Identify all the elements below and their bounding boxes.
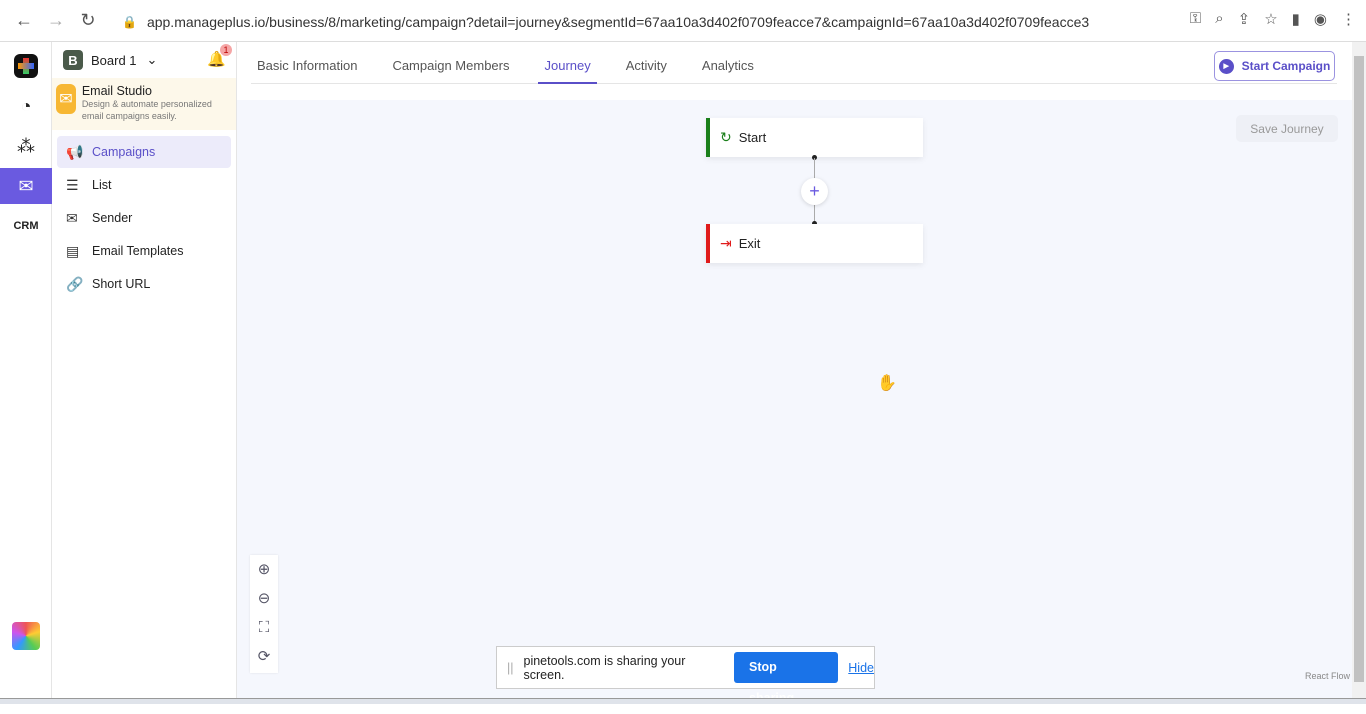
save-journey-button[interactable]: Save Journey [1236, 115, 1338, 142]
start-campaign-label: Start Campaign [1241, 59, 1331, 73]
tab-journey[interactable]: Journey [538, 42, 597, 84]
url-text: app.manageplus.io/business/8/marketing/c… [146, 14, 1090, 30]
back-icon[interactable]: ← [8, 10, 40, 31]
sidebar-item-list[interactable]: ☰ List [57, 169, 231, 201]
tab-campaign-members[interactable]: Campaign Members [386, 42, 515, 84]
reset-icon[interactable]: ⟳ [258, 642, 271, 671]
fit-view-icon[interactable]: ⛶ [259, 613, 270, 642]
tab-bar: Basic Information Campaign Members Journ… [251, 42, 1337, 84]
email-studio-logo: ✉ [56, 84, 76, 114]
forward-icon[interactable]: → [40, 10, 72, 31]
scrollbar[interactable] [1352, 42, 1366, 698]
sender-icon: ✉ [66, 209, 78, 226]
react-flow-attribution[interactable]: React Flow [1305, 671, 1350, 681]
app-title: Email Studio [81, 84, 152, 98]
sidebar-item-sender[interactable]: ✉ Sender [57, 202, 231, 234]
taskbar [0, 698, 1366, 704]
restart-icon: ↻ [720, 129, 732, 145]
sidebar-item-label: Short URL [92, 277, 151, 291]
sidebar-item-short-url[interactable]: 🔗 Short URL [57, 268, 231, 300]
sidebar-item-label: Campaigns [92, 145, 156, 159]
chevron-down-icon: ⌄ [146, 52, 158, 67]
tab-activity[interactable]: Activity [620, 42, 673, 84]
dashboard-icon[interactable]: ◔ [0, 88, 52, 124]
reload-icon[interactable]: ↻ [72, 10, 104, 31]
zoom-in-icon[interactable]: ⊕ [258, 555, 271, 584]
sidebar-item-email-templates[interactable]: ▤ Email Templates [57, 235, 231, 267]
list-icon: ☰ [66, 176, 79, 193]
menu-icon[interactable]: ⋮ [1341, 10, 1356, 28]
exit-icon: ⇥ [720, 235, 732, 251]
flow-controls: ⊕ ⊖ ⛶ ⟳ [250, 555, 278, 673]
bell-icon[interactable]: 🔔 1 [207, 44, 232, 68]
board-label: Board 1 [91, 52, 137, 68]
app-header: ✉ Email Studio Design & automate personal… [52, 78, 236, 130]
key-icon[interactable]: ⚿ [1190, 10, 1201, 28]
browser-toolbar: ← → ↻ 🔒 app.manageplus.io/business/8/mark… [0, 0, 1366, 42]
share-icon[interactable]: ⇪ [1238, 10, 1251, 28]
tab-analytics[interactable]: Analytics [696, 42, 760, 84]
sidebar-item-label: List [92, 178, 112, 192]
node-label: Start [738, 130, 767, 145]
star-icon[interactable]: ☆ [1264, 10, 1277, 28]
play-icon: ▶ [1218, 58, 1234, 74]
app-description: Design & automate personalized email cam… [81, 99, 212, 121]
zoom-out-icon[interactable]: ⊖ [258, 584, 271, 613]
zoom-icon[interactable]: ⌕ [1215, 10, 1223, 28]
stop-sharing-button[interactable]: Stop sharing [734, 652, 839, 705]
notification-count: 1 [220, 44, 232, 56]
add-step-button[interactable]: + [801, 178, 828, 205]
teams-icon[interactable]: ⁂ [0, 128, 52, 164]
sidepanel-icon[interactable]: ▮ [1292, 10, 1300, 28]
sidebar: B Board 1 ⌄ 🔔 1 ✉ Email Studio Design & auto… [52, 42, 237, 698]
board-selector[interactable]: B Board 1 ⌄ 🔔 1 [52, 42, 236, 78]
link-icon: 🔗 [66, 275, 84, 292]
email-studio-icon[interactable]: ✉ [0, 168, 52, 204]
scrollbar-thumb[interactable] [1354, 56, 1364, 682]
app-rail: ◔ ⁂ ✉ CRM [0, 42, 52, 698]
avatar[interactable] [12, 622, 40, 650]
board-badge: B [63, 50, 83, 70]
flow-node-start[interactable]: ↻ Start [706, 118, 923, 157]
profile-icon[interactable]: ◉ [1314, 10, 1327, 28]
screen-share-bar: || pinetools.com is sharing your screen.… [496, 646, 875, 705]
address-bar[interactable]: 🔒 app.manageplus.io/business/8/marketing/… [110, 6, 1260, 38]
hide-link[interactable]: Hide [848, 661, 874, 675]
hand-cursor-icon: ✋ [877, 375, 897, 392]
crm-icon[interactable]: CRM [0, 208, 52, 244]
sidebar-item-label: Sender [92, 211, 133, 225]
drag-handle-icon[interactable]: || [507, 661, 514, 675]
megaphone-icon: 📢 [66, 143, 84, 160]
sidebar-item-label: Email Templates [92, 244, 184, 258]
journey-canvas[interactable]: Basic Information Campaign Members Journ… [237, 42, 1352, 698]
flow-node-exit[interactable]: ⇥ Exit [706, 224, 923, 263]
node-label: Exit [738, 236, 761, 251]
tab-basic-information[interactable]: Basic Information [251, 42, 363, 84]
app-logo[interactable] [0, 48, 52, 84]
template-icon: ▤ [66, 242, 80, 259]
start-campaign-button[interactable]: ▶ Start Campaign [1214, 51, 1335, 81]
lock-icon: 🔒 [122, 15, 137, 29]
sidebar-item-campaigns[interactable]: 📢 Campaigns [57, 136, 231, 168]
share-message: pinetools.com is sharing your screen. [523, 653, 686, 682]
